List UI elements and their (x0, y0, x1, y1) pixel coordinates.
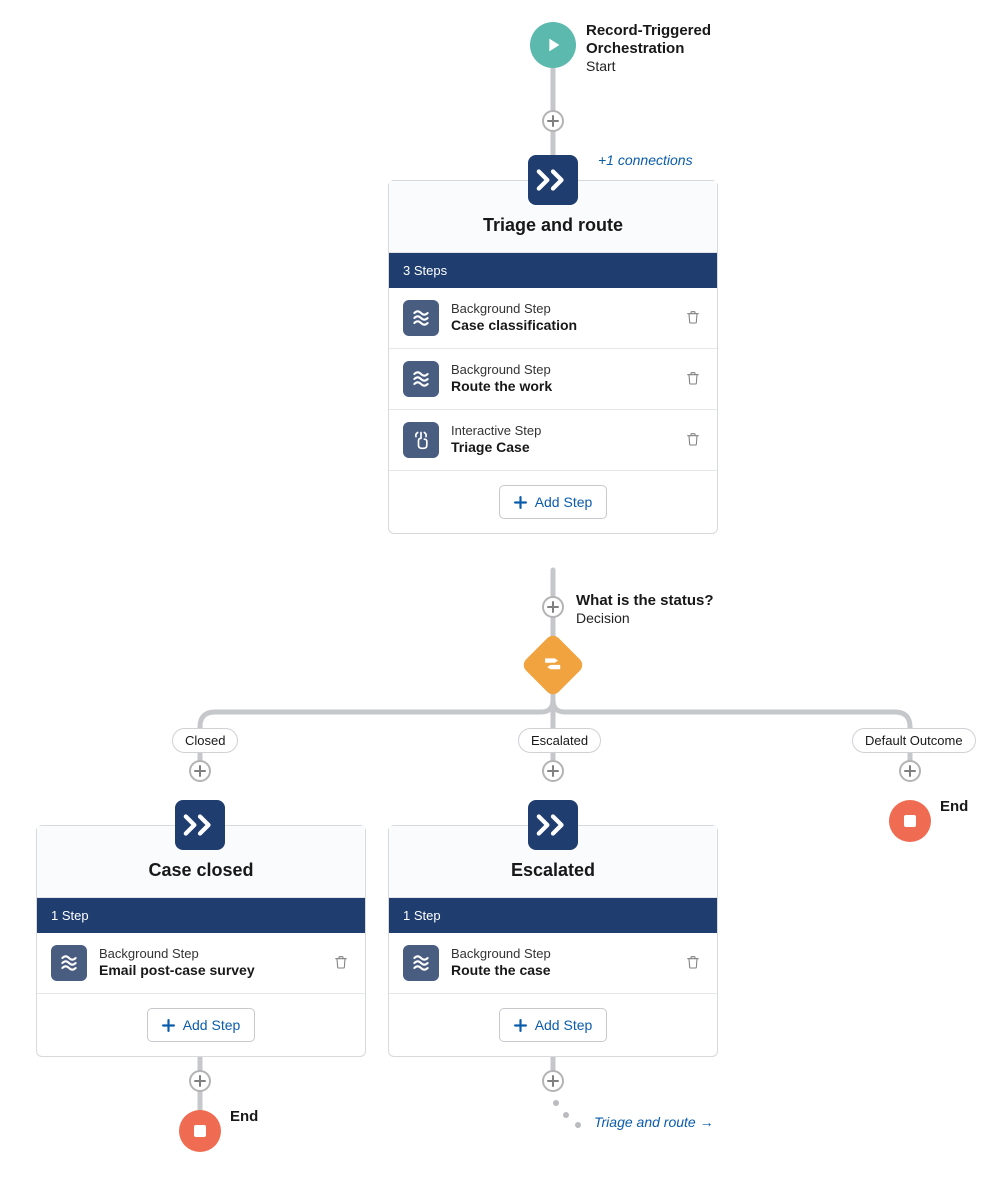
step-name: Route the case (451, 962, 673, 980)
goto-stage-link[interactable]: Triage and route → (594, 1114, 714, 1130)
plus-icon (547, 1075, 559, 1087)
start-node-label: Record-Triggered Orchestration Start (586, 22, 711, 74)
plus-icon (514, 1019, 527, 1032)
add-element-button[interactable] (189, 760, 211, 782)
signpost-icon (540, 651, 566, 677)
connector-dot (553, 1100, 559, 1106)
plus-icon (547, 765, 559, 777)
add-element-button[interactable] (542, 1070, 564, 1092)
step-text: Background Step Route the work (451, 362, 673, 396)
step-kind: Background Step (451, 301, 673, 317)
add-step-button[interactable]: Add Step (499, 485, 608, 519)
plus-icon (547, 601, 559, 613)
step-text: Background Step Route the case (451, 946, 673, 980)
stage-step-count: 1 Step (37, 898, 365, 933)
interactive-step-icon (403, 422, 439, 458)
connector-dot (575, 1122, 581, 1128)
delete-step-button[interactable] (685, 370, 703, 388)
add-element-button[interactable] (542, 760, 564, 782)
stop-icon (902, 813, 918, 829)
plus-icon (904, 765, 916, 777)
add-element-button[interactable] (542, 596, 564, 618)
step-kind: Background Step (451, 362, 673, 378)
chevrons-icon (536, 168, 570, 192)
plus-icon (162, 1019, 175, 1032)
plus-icon (194, 1075, 206, 1087)
stage-escalated-card[interactable]: Escalated 1 Step Background Step Route t… (388, 825, 718, 1057)
stage-step-count: 3 Steps (389, 253, 717, 288)
end-node[interactable] (889, 800, 931, 842)
decision-label-group: What is the status? Decision (576, 592, 714, 626)
flow-step-icon (403, 945, 439, 981)
stop-icon (192, 1123, 208, 1139)
end-node[interactable] (179, 1110, 221, 1152)
delete-step-button[interactable] (685, 309, 703, 327)
flow-step-icon (403, 300, 439, 336)
delete-step-button[interactable] (333, 954, 351, 972)
trash-icon (685, 431, 701, 447)
delete-step-button[interactable] (685, 954, 703, 972)
start-title-line2: Orchestration (586, 40, 711, 58)
step-row[interactable]: Background Step Route the work (389, 349, 717, 410)
stage-icon (528, 155, 578, 205)
trash-icon (685, 309, 701, 325)
step-row[interactable]: Background Step Route the case (389, 933, 717, 994)
add-step-label: Add Step (183, 1017, 241, 1033)
plus-icon (194, 765, 206, 777)
outcome-pill-closed[interactable]: Closed (172, 728, 238, 753)
decision-subtitle: Decision (576, 610, 714, 626)
add-step-label: Add Step (535, 1017, 593, 1033)
trash-icon (685, 370, 701, 386)
step-name: Email post-case survey (99, 962, 321, 980)
stage-step-count: 1 Step (389, 898, 717, 933)
play-icon (542, 34, 564, 56)
stage-icon (175, 800, 225, 850)
step-name: Triage Case (451, 439, 673, 457)
step-kind: Background Step (99, 946, 321, 962)
step-name: Case classification (451, 317, 673, 335)
stage-triage-card[interactable]: Triage and route 3 Steps Background Step… (388, 180, 718, 534)
outcome-pill-escalated[interactable]: Escalated (518, 728, 601, 753)
step-kind: Interactive Step (451, 423, 673, 439)
start-subtitle: Start (586, 58, 711, 74)
trash-icon (685, 954, 701, 970)
trash-icon (333, 954, 349, 970)
add-step-button[interactable]: Add Step (499, 1008, 608, 1042)
step-text: Background Step Email post-case survey (99, 946, 321, 980)
add-element-button[interactable] (542, 110, 564, 132)
more-connections-link[interactable]: +1 connections (598, 152, 693, 168)
start-title-line1: Record-Triggered (586, 22, 711, 40)
end-label: End (230, 1108, 258, 1125)
connector-dot (563, 1112, 569, 1118)
step-text: Interactive Step Triage Case (451, 423, 673, 457)
chevrons-icon (536, 813, 570, 837)
step-text: Background Step Case classification (451, 301, 673, 335)
step-row[interactable]: Background Step Case classification (389, 288, 717, 349)
flow-step-icon (51, 945, 87, 981)
outcome-pill-default[interactable]: Default Outcome (852, 728, 976, 753)
plus-icon (514, 496, 527, 509)
chevrons-icon (183, 813, 217, 837)
decision-title: What is the status? (576, 592, 714, 610)
step-name: Route the work (451, 378, 673, 396)
step-row[interactable]: Interactive Step Triage Case (389, 410, 717, 471)
end-label: End (940, 798, 968, 815)
add-element-button[interactable] (189, 1070, 211, 1092)
flow-step-icon (403, 361, 439, 397)
add-step-label: Add Step (535, 494, 593, 510)
plus-icon (547, 115, 559, 127)
stage-closed-card[interactable]: Case closed 1 Step Background Step Email… (36, 825, 366, 1057)
step-kind: Background Step (451, 946, 673, 962)
start-node[interactable] (530, 22, 576, 68)
step-row[interactable]: Background Step Email post-case survey (37, 933, 365, 994)
add-element-button[interactable] (899, 760, 921, 782)
add-step-button[interactable]: Add Step (147, 1008, 256, 1042)
stage-icon (528, 800, 578, 850)
delete-step-button[interactable] (685, 431, 703, 449)
